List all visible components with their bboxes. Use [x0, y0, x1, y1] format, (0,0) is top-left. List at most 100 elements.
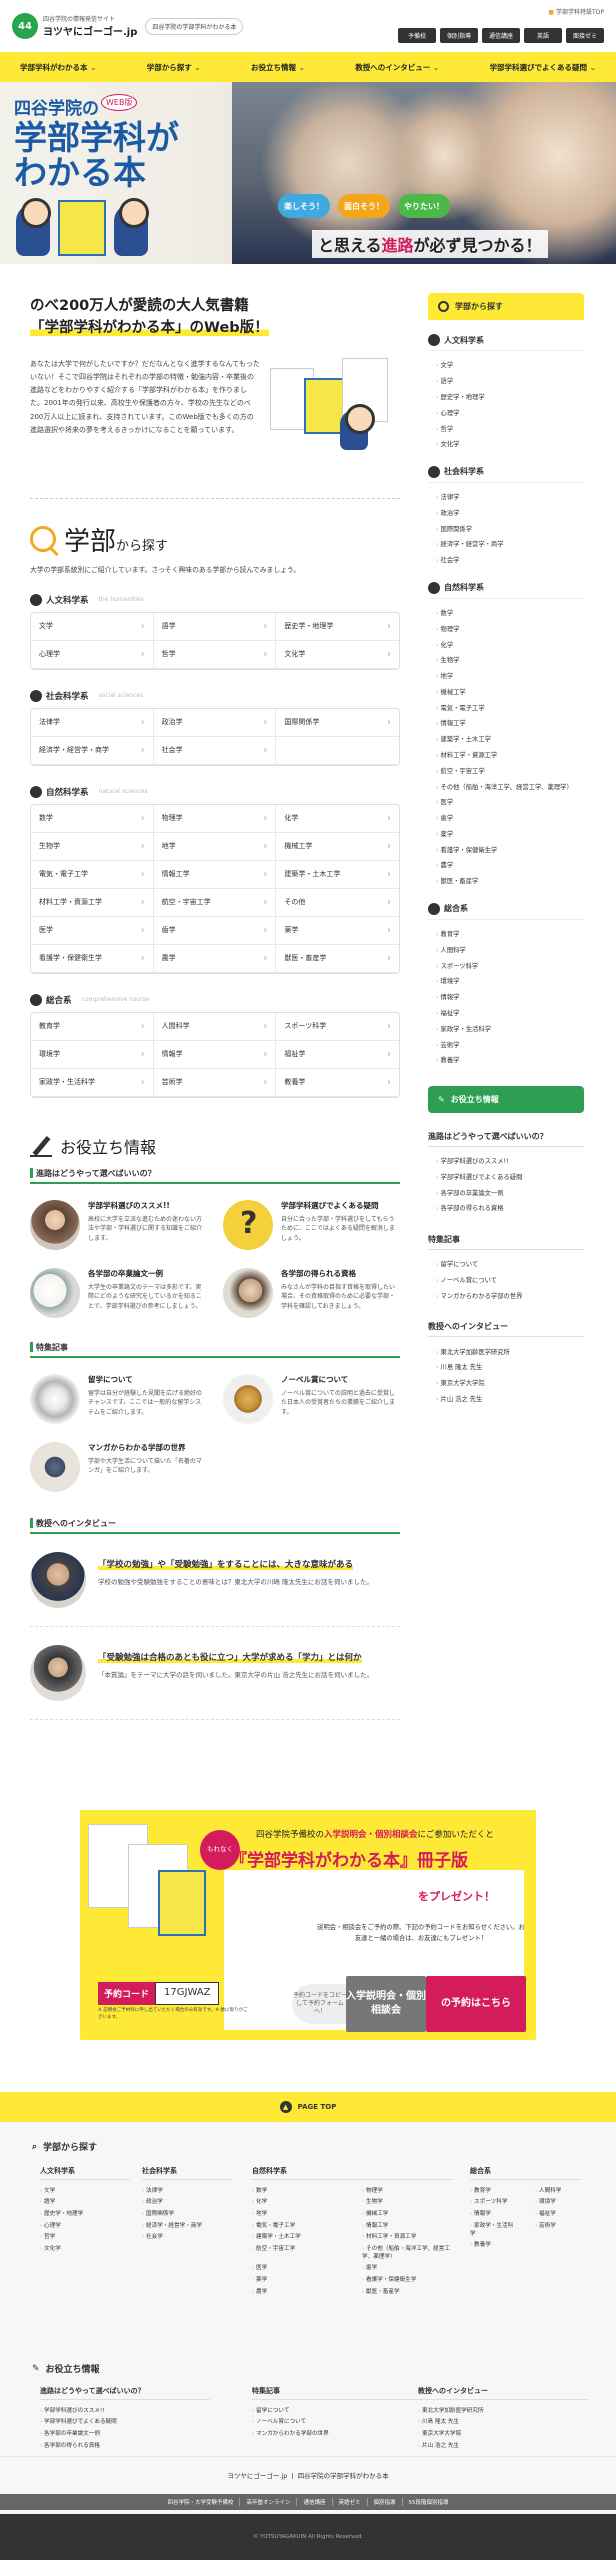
- footer-service-link[interactable]: 四谷学院・大学受験予備校: [161, 2498, 241, 2506]
- sidebar-link[interactable]: 学部学科選びでよくある疑問: [436, 1168, 584, 1184]
- page-top-button[interactable]: PAGE TOP: [0, 2092, 616, 2122]
- footer-service-link[interactable]: 55段階個別指導: [403, 2498, 455, 2506]
- sidebar-link[interactable]: 留学について: [436, 1256, 584, 1272]
- sidebar-link[interactable]: 薬学: [436, 826, 584, 842]
- category-link[interactable]: 法律学: [31, 708, 154, 737]
- sidebar-link[interactable]: 情報工学: [436, 715, 584, 731]
- category-link[interactable]: 政治学: [153, 708, 277, 737]
- footer-link[interactable]: 電気・電子工学: [252, 2219, 342, 2231]
- sidebar-link[interactable]: 学部学科選びのススメ!!: [436, 1153, 584, 1169]
- footer-link[interactable]: 建築学・土木工学: [252, 2230, 342, 2242]
- tab-mensetsu[interactable]: 面接ゼミ: [566, 28, 604, 43]
- footer-link[interactable]: 薬学: [252, 2273, 342, 2285]
- footer-link[interactable]: 芸術学: [535, 2219, 580, 2239]
- sidebar-link[interactable]: 歯学: [436, 810, 584, 826]
- footer-link[interactable]: 国際関係学: [142, 2207, 232, 2219]
- footer-link[interactable]: 各学部の卒業論文一例: [40, 2427, 210, 2439]
- category-link[interactable]: 情報工学: [153, 860, 277, 889]
- sidebar-link[interactable]: 看護学・保健衛生学: [436, 841, 584, 857]
- sidebar-link[interactable]: 文化学: [436, 436, 584, 452]
- footer-link[interactable]: 教養学: [470, 2238, 515, 2250]
- sidebar-link[interactable]: 教育学: [436, 926, 584, 942]
- footer-link[interactable]: 片山 浩之 先生: [418, 2439, 588, 2451]
- footer-link[interactable]: 看護学・保健衛生学: [362, 2273, 452, 2285]
- footer-book-name[interactable]: 四谷学院の学部学科がわかる本: [298, 2472, 389, 2480]
- nav-book[interactable]: 学部学科がわかる本: [20, 62, 96, 73]
- footer-link[interactable]: 東京大学大学院: [418, 2427, 588, 2439]
- category-link[interactable]: 歯学: [153, 916, 277, 945]
- sidebar-link[interactable]: 文学: [436, 357, 584, 373]
- category-link[interactable]: 医学: [31, 916, 154, 945]
- footer-link[interactable]: 家政学・生活科学: [470, 2219, 515, 2239]
- sidebar-link[interactable]: 獣医・畜産学: [436, 873, 584, 889]
- footer-link[interactable]: 歴史学・地理学: [40, 2207, 130, 2219]
- footer-link[interactable]: 材料工学・資源工学: [362, 2230, 452, 2242]
- sidebar-link[interactable]: 航空・宇宙工学: [436, 762, 584, 778]
- category-link[interactable]: 数学: [31, 804, 154, 833]
- reserve-button[interactable]: の予約はこちら: [426, 1976, 526, 2032]
- footer-link[interactable]: 医学: [252, 2262, 342, 2274]
- category-link[interactable]: 機械工学: [276, 833, 399, 861]
- footer-link[interactable]: 生物学: [362, 2196, 452, 2208]
- category-link[interactable]: 哲学: [153, 640, 277, 669]
- footer-link[interactable]: 地学: [252, 2207, 342, 2219]
- tab-eigo[interactable]: 英語: [524, 28, 562, 43]
- category-link[interactable]: 国際関係学: [276, 709, 399, 737]
- sidebar-link[interactable]: 各学部の得られる資格: [436, 1200, 584, 1216]
- category-link[interactable]: 経済学・経営学・商学: [31, 736, 154, 765]
- sidebar-link[interactable]: 環境学: [436, 973, 584, 989]
- sidebar-link[interactable]: 片山 浩之 先生: [436, 1391, 584, 1407]
- category-link[interactable]: 心理学: [31, 640, 154, 669]
- footer-link[interactable]: 各学部の得られる資格: [40, 2439, 210, 2451]
- footer-link[interactable]: 歯学: [362, 2262, 452, 2274]
- sidebar-link[interactable]: 各学部の卒業論文一例: [436, 1184, 584, 1200]
- sidebar-link[interactable]: 電気・電子工学: [436, 699, 584, 715]
- footer-link[interactable]: ノーベル賞について: [252, 2416, 422, 2428]
- sidebar-link[interactable]: 国際関係学: [436, 520, 584, 536]
- category-link[interactable]: 歴史学・地理学: [276, 613, 399, 641]
- category-link[interactable]: 獣医・畜産学: [276, 945, 399, 973]
- sidebar-link[interactable]: 社会学: [436, 552, 584, 568]
- footer-link[interactable]: 哲学: [40, 2230, 130, 2242]
- site-tag[interactable]: 四谷学院の学部学科がわかる本: [145, 17, 244, 35]
- sidebar-link[interactable]: マンガからわかる学部の世界: [436, 1287, 584, 1303]
- code-value[interactable]: 17GJWAZ: [155, 1982, 220, 2005]
- category-link[interactable]: 教育学: [31, 1012, 154, 1041]
- category-link[interactable]: 電気・電子工学: [31, 860, 154, 889]
- sidebar-link[interactable]: 数学: [436, 605, 584, 621]
- footer-link[interactable]: 留学について: [252, 2404, 422, 2416]
- sidebar-link[interactable]: 川島 隆太 先生: [436, 1359, 584, 1375]
- footer-site-name[interactable]: ヨツヤにゴーゴー.jp: [227, 2472, 287, 2480]
- category-link[interactable]: その他: [276, 889, 399, 917]
- category-link[interactable]: 福祉学: [276, 1041, 399, 1069]
- category-link[interactable]: 材料工学・資源工学: [31, 888, 154, 917]
- category-link[interactable]: 社会学: [153, 736, 277, 765]
- card-nobel[interactable]: ノーベル賞について ノーベル賞についての説明と過去に受賞した日本人の受賞者たちの業…: [223, 1373, 400, 1424]
- category-link[interactable]: 航空・宇宙工学: [153, 888, 277, 917]
- sidebar-link[interactable]: 材料工学・資源工学: [436, 747, 584, 763]
- footer-service-link[interactable]: 高卒塾オンライン: [240, 2498, 298, 2506]
- footer-link[interactable]: 航空・宇宙工学: [252, 2242, 342, 2262]
- category-link[interactable]: スポーツ科学: [276, 1013, 399, 1041]
- sidebar-link[interactable]: 経済学・経営学・商学: [436, 536, 584, 552]
- sidebar-link[interactable]: 建築学・土木工学: [436, 731, 584, 747]
- footer-link[interactable]: 教育学: [470, 2184, 515, 2196]
- footer-link[interactable]: 農学: [252, 2285, 342, 2297]
- sidebar-link[interactable]: ノーベル賞について: [436, 1272, 584, 1288]
- tab-yobiko[interactable]: 予備校: [398, 28, 436, 43]
- category-link[interactable]: 看護学・保健衛生学: [31, 944, 154, 973]
- footer-link[interactable]: 物理学: [362, 2184, 452, 2196]
- sidebar-link[interactable]: 教養学: [436, 1052, 584, 1068]
- category-link[interactable]: 建築学・土木工学: [276, 861, 399, 889]
- footer-link[interactable]: 学部学科選びでよくある疑問: [40, 2416, 210, 2428]
- interview-2[interactable]: 「受験勉強は合格のあとも役に立つ」大学が求める「学力」とは何か 「本質論」をテーマ…: [30, 1644, 400, 1720]
- footer-link[interactable]: 獣医・畜産学: [362, 2285, 452, 2297]
- sidebar-link[interactable]: その他（船舶・海洋工学、経営工学、薬理学）: [436, 778, 584, 794]
- category-link[interactable]: 家政学・生活科学: [31, 1068, 154, 1097]
- sidebar-link[interactable]: スポーツ科学: [436, 957, 584, 973]
- category-link[interactable]: 地学: [153, 832, 277, 861]
- sidebar-link[interactable]: 農学: [436, 857, 584, 873]
- category-link[interactable]: 農学: [153, 944, 277, 973]
- sidebar-link[interactable]: 物理学: [436, 620, 584, 636]
- footer-link[interactable]: マンガからわかる学部の世界: [252, 2427, 422, 2439]
